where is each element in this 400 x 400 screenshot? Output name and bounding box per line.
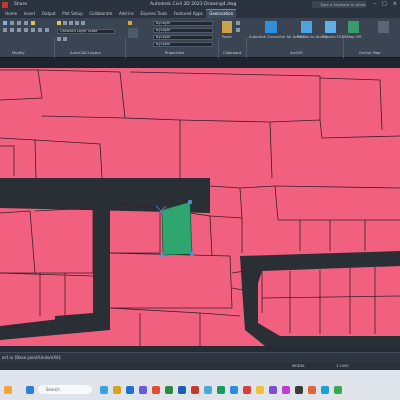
powerpoint-icon[interactable]: [308, 386, 316, 394]
offset-icon[interactable]: [45, 28, 49, 32]
tab-featured-apps[interactable]: Featured Apps: [171, 11, 206, 18]
scale-icon[interactable]: [10, 28, 14, 32]
paste-button[interactable]: Paste: [222, 35, 232, 39]
excel-icon[interactable]: [165, 386, 173, 394]
word-icon[interactable]: [178, 386, 186, 394]
transparency-dropdown[interactable]: ByLayer: [153, 42, 213, 47]
panel-clipboard-title[interactable]: Clipboard: [223, 50, 241, 55]
lineweight-dropdown[interactable]: ByLayer: [153, 28, 213, 33]
panel-modify-title[interactable]: Modify: [12, 50, 25, 55]
weather-icon[interactable]: [4, 386, 12, 394]
layer-lock-icon[interactable]: [69, 21, 73, 25]
linetype-dropdown[interactable]: ByLayer: [153, 35, 213, 40]
ribbon-shadow-strip: [0, 58, 400, 68]
mirror-icon[interactable]: [31, 21, 35, 25]
command-line-input[interactable]: ect or [Base point/Undo/eXit]:: [0, 352, 400, 362]
layer-state-dropdown[interactable]: Unsaved Layer State: [57, 29, 115, 34]
export-fgdb-icon[interactable]: [325, 21, 336, 33]
model-space-toggle[interactable]: MODEL: [292, 364, 305, 368]
start-icon[interactable]: [26, 386, 34, 394]
layer-previous-icon[interactable]: [63, 37, 67, 41]
publish-icon[interactable]: [301, 21, 312, 33]
photos-icon[interactable]: [204, 386, 212, 394]
layer-off-icon[interactable]: [81, 21, 85, 25]
fillet-icon[interactable]: [31, 28, 35, 32]
panel-arcgis-title[interactable]: ArcGIS: [290, 50, 303, 55]
move-icon[interactable]: [3, 21, 7, 25]
title-bar: Share Autodesk Civil 3D 2023 Drawing4.dw…: [0, 0, 400, 9]
annotation-scale[interactable]: 1:1000: [336, 364, 349, 368]
copy-icon[interactable]: [24, 21, 28, 25]
civil3d-icon[interactable]: [243, 386, 251, 394]
mail-icon[interactable]: [126, 386, 134, 394]
store-icon[interactable]: [152, 386, 160, 394]
explode-icon[interactable]: [38, 28, 42, 32]
onenote-icon[interactable]: [269, 386, 277, 394]
window-title: Autodesk Civil 3D 2023 Drawing4.dwg: [150, 2, 237, 7]
ribbon-panel: Modify Unsaved Layer State AutoCAD Layer…: [0, 18, 400, 74]
teams-icon[interactable]: [139, 386, 147, 394]
pdf-icon[interactable]: [191, 386, 199, 394]
match-properties-icon[interactable]: [128, 21, 132, 25]
copy-clip-icon[interactable]: [236, 28, 240, 32]
tab-geolocation[interactable]: Geolocation: [205, 9, 237, 18]
window-controls: – □ ×: [374, 1, 397, 7]
maximize-icon[interactable]: □: [382, 1, 387, 7]
file-explorer-icon[interactable]: [113, 386, 121, 394]
properties-palette-icon[interactable]: [128, 28, 138, 38]
layer-match-icon[interactable]: [57, 37, 61, 41]
tab-plot-setup[interactable]: Plot Setup: [59, 11, 86, 18]
tab-express-tools[interactable]: Express Tools: [137, 11, 170, 18]
arcgis-connector-icon[interactable]: [265, 21, 277, 33]
tab-add-ins[interactable]: Add-ins: [116, 11, 138, 18]
erase-icon[interactable]: [24, 28, 28, 32]
array-icon[interactable]: [17, 28, 21, 32]
map-off-icon[interactable]: [348, 21, 359, 33]
skype-icon[interactable]: [321, 386, 329, 394]
terminal-icon[interactable]: [295, 386, 303, 394]
map-tools-icon[interactable]: [378, 21, 389, 33]
help-search-input[interactable]: Type a keyword or phrase: [312, 1, 366, 8]
maps-icon[interactable]: [217, 386, 225, 394]
tab-output[interactable]: Output: [38, 11, 59, 18]
panel-online-map-title[interactable]: Online Map: [359, 50, 380, 55]
color-dropdown[interactable]: ByLayer: [153, 21, 213, 26]
app-logo-icon[interactable]: [2, 1, 8, 8]
minimize-icon[interactable]: –: [374, 1, 377, 7]
cut-icon[interactable]: [236, 21, 240, 25]
close-icon[interactable]: ×: [393, 1, 397, 7]
stretch-icon[interactable]: [3, 28, 7, 32]
chrome-icon[interactable]: [256, 386, 264, 394]
road-vertical-left: [55, 201, 110, 333]
rotate-icon[interactable]: [10, 21, 14, 25]
panel-layers-title[interactable]: AutoCAD Layers: [70, 50, 101, 55]
selected-parcel[interactable]: [161, 201, 193, 256]
map-off-label[interactable]: Map Off: [347, 35, 361, 39]
app-icon[interactable]: [282, 386, 290, 394]
layer-properties-icon[interactable]: [57, 21, 61, 25]
share-button[interactable]: Share: [14, 2, 27, 7]
paste-icon[interactable]: [222, 21, 232, 33]
taskbar-search[interactable]: Search: [38, 385, 92, 394]
tab-collaborate[interactable]: Collaborate: [86, 11, 116, 18]
whatsapp-icon[interactable]: [334, 386, 342, 394]
tab-home[interactable]: Home: [2, 11, 20, 18]
drawing-svg: [0, 58, 400, 346]
ribbon-tabs: Home Insert Output Plot Setup Collaborat…: [0, 9, 400, 18]
outlook-icon[interactable]: [230, 386, 238, 394]
panel-properties-title[interactable]: Properties: [165, 50, 184, 55]
drawing-area[interactable]: [0, 58, 400, 346]
command-prompt-text: ect or [Base point/Undo/eXit]:: [2, 355, 62, 360]
edge-icon[interactable]: [100, 386, 108, 394]
layer-freeze-icon[interactable]: [63, 21, 67, 25]
tab-insert[interactable]: Insert: [20, 11, 38, 18]
layer-isolate-icon[interactable]: [75, 21, 79, 25]
trim-icon[interactable]: [17, 21, 21, 25]
